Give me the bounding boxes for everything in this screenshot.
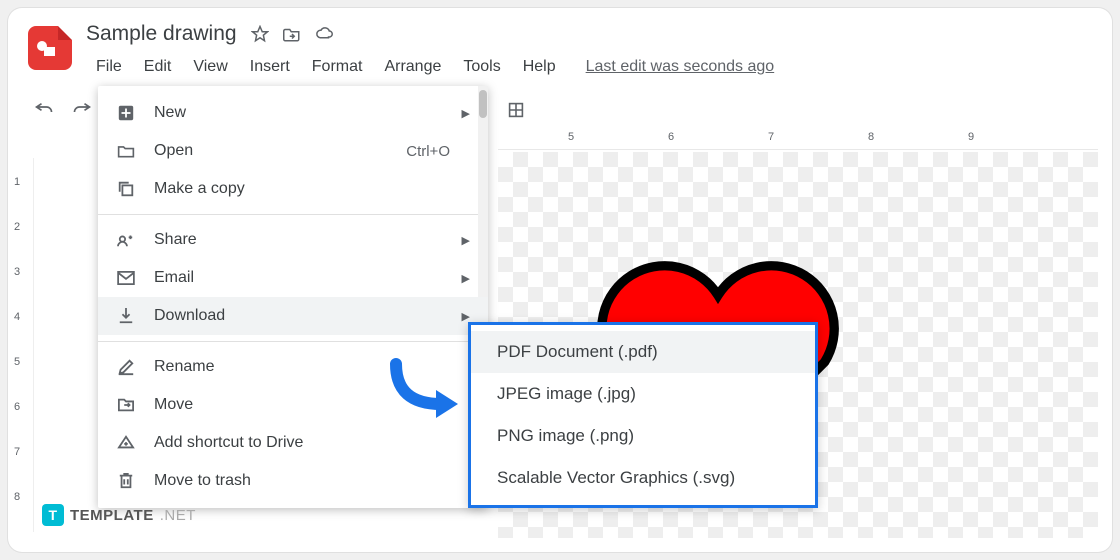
menuitem-label: Move [154,396,193,414]
move-folder-icon[interactable] [283,25,301,43]
ruler-tick: 8 [868,131,874,143]
file-menu-dropdown: New ▶ Open Ctrl+O Make a copy Share ▶ Em… [98,86,488,508]
expand-icon[interactable] [508,102,524,123]
menuitem-make-copy[interactable]: Make a copy [98,170,488,208]
menu-tools[interactable]: Tools [453,52,510,82]
menuitem-new[interactable]: New ▶ [98,94,488,132]
redo-icon[interactable] [72,100,92,119]
menuitem-label: Open [154,142,193,160]
menuitem-share[interactable]: Share ▶ [98,221,488,259]
menuitem-download[interactable]: Download ▶ [98,297,488,335]
submenu-svg[interactable]: Scalable Vector Graphics (.svg) [471,457,815,499]
folder-open-icon [116,141,136,161]
vertical-ruler: 1 2 3 4 5 6 7 8 [8,158,34,532]
undo-icon[interactable] [34,100,54,119]
watermark-badge: T TEMPLATE .NET [42,504,196,526]
submenu-arrow-icon: ▶ [462,234,470,247]
menuitem-label: Email [154,269,194,287]
menuitem-label: Add shortcut to Drive [154,434,303,452]
menuitem-add-shortcut[interactable]: Add shortcut to Drive [98,424,488,462]
toolbar-undo-redo [34,100,92,119]
menuitem-trash[interactable]: Move to trash [98,462,488,500]
add-shortcut-icon [116,433,136,453]
document-title[interactable]: Sample drawing [86,22,237,46]
copy-icon [116,179,136,199]
last-edit-link[interactable]: Last edit was seconds ago [586,58,775,76]
menu-insert[interactable]: Insert [240,52,300,82]
ruler-tick: 6 [668,131,674,143]
annotation-arrow [386,354,466,424]
horizontal-ruler: 5 6 7 8 9 [498,128,1098,150]
submenu-arrow-icon: ▶ [462,272,470,285]
menuitem-label: Share [154,231,197,249]
menu-arrange[interactable]: Arrange [374,52,451,82]
move-icon [116,395,136,415]
submenu-pdf[interactable]: PDF Document (.pdf) [471,331,815,373]
menu-separator [98,214,488,215]
menuitem-label: Download [154,307,225,325]
menu-bar: File Edit View Insert Format Arrange Too… [86,52,1092,82]
submenu-jpeg[interactable]: JPEG image (.jpg) [471,373,815,415]
menu-view[interactable]: View [183,52,237,82]
submenu-arrow-icon: ▶ [462,310,470,323]
menu-file[interactable]: File [86,52,132,82]
share-icon [116,230,136,250]
menu-format[interactable]: Format [302,52,373,82]
menuitem-label: Move to trash [154,472,251,490]
star-icon[interactable] [251,25,269,43]
submenu-arrow-icon: ▶ [462,107,470,120]
watermark-logo-icon: T [42,504,64,526]
menuitem-open[interactable]: Open Ctrl+O [98,132,488,170]
ruler-tick: 5 [568,131,574,143]
menuitem-email[interactable]: Email ▶ [98,259,488,297]
menu-help[interactable]: Help [513,52,566,82]
menuitem-label: Rename [154,358,214,376]
menu-separator [98,341,488,342]
trash-icon [116,471,136,491]
watermark-suffix: .NET [160,507,196,524]
watermark-text: TEMPLATE [70,507,154,524]
keyboard-shortcut: Ctrl+O [406,143,450,160]
menuitem-label: Make a copy [154,180,245,198]
cloud-saved-icon[interactable] [315,25,333,43]
email-icon [116,268,136,288]
rename-icon [116,357,136,377]
ruler-tick: 9 [968,131,974,143]
app-logo-drawings[interactable] [28,26,72,70]
menuitem-label: New [154,104,186,122]
menu-edit[interactable]: Edit [134,52,182,82]
download-submenu: PDF Document (.pdf) JPEG image (.jpg) PN… [468,322,818,508]
ruler-tick: 7 [768,131,774,143]
submenu-png[interactable]: PNG image (.png) [471,415,815,457]
new-icon [116,103,136,123]
download-icon [116,306,136,326]
